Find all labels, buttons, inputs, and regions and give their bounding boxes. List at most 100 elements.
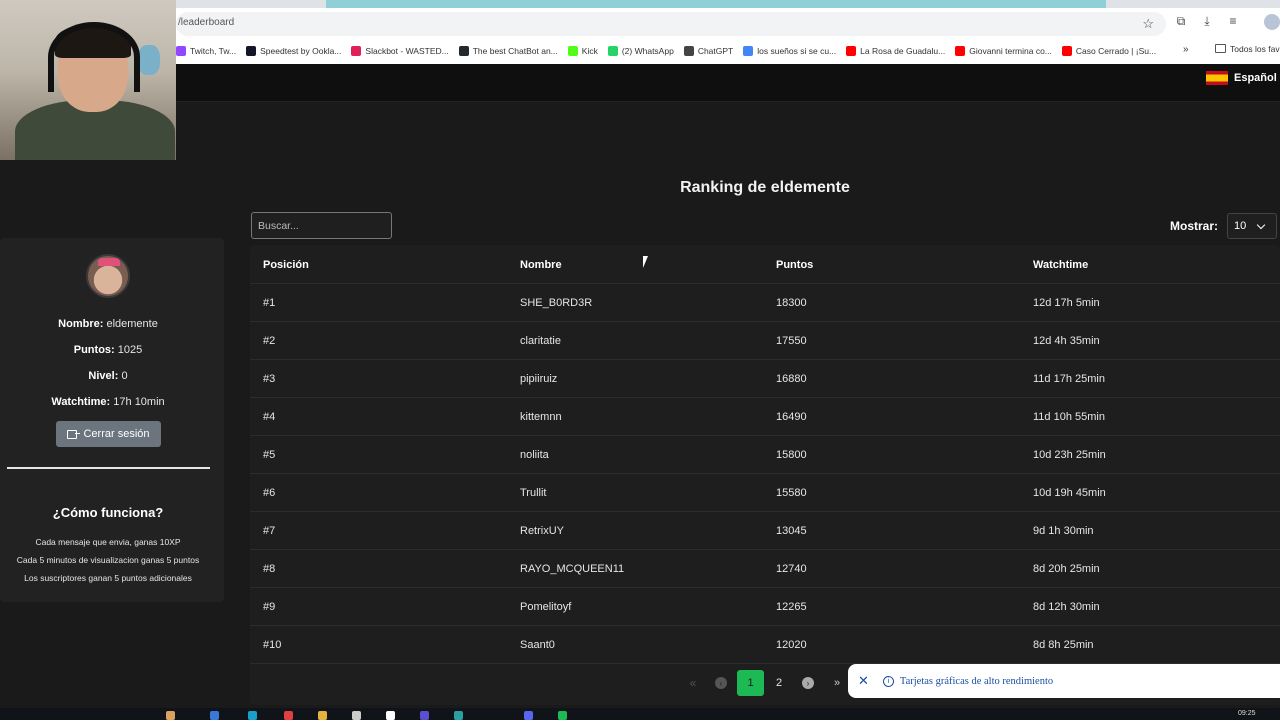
bookmark-favicon-icon xyxy=(567,46,578,56)
url-text: /leaderboard xyxy=(178,17,235,28)
logout-button[interactable]: Cerrar sesión xyxy=(56,421,161,447)
taskbar-clock: 09:25 xyxy=(1238,710,1256,717)
column-header-position[interactable]: Posición xyxy=(263,259,309,271)
page-2-button[interactable]: 2 xyxy=(772,670,786,696)
bookmark-item[interactable]: (2) WhatsApp xyxy=(607,46,674,56)
logout-label: Cerrar sesión xyxy=(83,428,150,440)
cell-points: 12020 xyxy=(776,639,807,651)
bookmark-item[interactable]: Twitch, Tw... xyxy=(176,46,236,56)
taskbar-app-icon[interactable] xyxy=(210,711,219,720)
cell-points: 18300 xyxy=(776,297,807,309)
taskbar-app-icon[interactable] xyxy=(352,711,361,720)
mouse-cursor-icon xyxy=(643,256,653,268)
all-bookmarks-label: Todos los fav xyxy=(1230,44,1280,54)
page-title: Ranking de eldemente xyxy=(680,179,850,196)
site-navbar xyxy=(176,64,1280,102)
taskbar-app-icon[interactable] xyxy=(166,711,175,720)
bookmarks-bar: Twitch, Tw... Speedtest by Ookla... Slackb… xyxy=(176,40,1280,62)
bookmark-favicon-icon xyxy=(1061,46,1072,56)
media-queue-icon[interactable]: ≡ xyxy=(1227,14,1239,29)
cell-watchtime: 11d 17h 25min xyxy=(1033,373,1105,385)
first-page-icon[interactable]: « xyxy=(686,670,700,696)
taskbar-app-icon[interactable] xyxy=(318,711,327,720)
bookmark-label: Kick xyxy=(581,46,598,56)
taskbar-app-icon[interactable] xyxy=(420,711,429,720)
profile-divider xyxy=(7,467,210,469)
bookmark-item[interactable]: ChatGPT xyxy=(683,46,733,56)
cell-watchtime: 10d 19h 45min xyxy=(1033,487,1106,499)
taskbar-app-icon[interactable] xyxy=(558,711,567,720)
cell-watchtime: 12d 4h 35min xyxy=(1033,335,1100,347)
bookmark-item[interactable]: La Rosa de Guadalu... xyxy=(846,46,945,56)
bookmark-item[interactable]: Kick xyxy=(567,46,598,56)
cell-name: Saant0 xyxy=(520,639,555,651)
notification-toast[interactable]: ✕ i Tarjetas gráficas de alto rendimient… xyxy=(848,664,1280,698)
browser-profile-avatar[interactable] xyxy=(1264,14,1280,30)
browser-tools: ⧉ ⤓ ≡ xyxy=(1175,14,1239,29)
bookmarks-overflow-icon[interactable]: » xyxy=(1183,44,1189,55)
cell-points: 15580 xyxy=(776,487,807,499)
page-1-button[interactable]: 1 xyxy=(737,670,764,696)
page-size-select[interactable]: 10 xyxy=(1227,213,1277,239)
cell-watchtime: 10d 23h 25min xyxy=(1033,449,1106,461)
bookmark-item[interactable]: los sueños si se cu... xyxy=(743,46,836,56)
cell-position: #3 xyxy=(263,373,276,385)
bookmark-item[interactable]: Slackbot - WASTED... xyxy=(351,46,449,56)
cell-points: 12740 xyxy=(776,563,807,575)
profile-level: Nivel: 0 xyxy=(88,370,128,382)
close-icon[interactable]: ✕ xyxy=(858,673,869,689)
bookmark-item[interactable]: Speedtest by Ookla... xyxy=(246,46,341,56)
language-selector[interactable]: Español xyxy=(1206,71,1277,85)
table-row: #4 kittemnn 16490 11d 10h 55min xyxy=(250,398,1280,436)
table-row: #8 RAYO_MCQUEEN11 12740 8d 20h 25min xyxy=(250,550,1280,588)
profile-points: Puntos: 1025 xyxy=(73,344,143,356)
cell-position: #6 xyxy=(263,487,276,499)
tab-strip xyxy=(176,0,1280,8)
bookmark-label: Twitch, Tw... xyxy=(190,46,237,56)
taskbar-app-icon[interactable] xyxy=(386,711,395,720)
download-icon[interactable]: ⤓ xyxy=(1201,14,1213,29)
language-label: Español xyxy=(1234,72,1277,84)
taskbar-app-icon[interactable] xyxy=(524,711,533,720)
bookmark-item[interactable]: Caso Cerrado | ¡Su... xyxy=(1061,46,1157,56)
active-tab[interactable] xyxy=(326,0,1106,8)
bookmark-favicon-icon xyxy=(955,46,966,56)
column-header-name[interactable]: Nombre xyxy=(520,259,562,271)
cell-watchtime: 11d 10h 55min xyxy=(1033,411,1105,423)
howto-title: ¿Cómo funciona? xyxy=(52,505,164,520)
next-page-button[interactable]: › xyxy=(801,670,815,696)
avatar-flower-crown xyxy=(98,258,120,266)
bookmark-star-icon[interactable]: ☆ xyxy=(1142,16,1154,32)
taskbar-app-icon[interactable] xyxy=(248,711,257,720)
search-input[interactable] xyxy=(251,212,392,239)
webcam-background-object xyxy=(138,45,160,75)
table-row: #5 noliita 15800 10d 23h 25min xyxy=(250,436,1280,474)
bookmark-label: The best ChatBot an... xyxy=(472,46,558,56)
bookmark-item[interactable]: The best ChatBot an... xyxy=(458,46,558,56)
last-page-icon[interactable]: » xyxy=(830,670,844,696)
bookmark-favicon-icon xyxy=(351,46,362,56)
prev-page-button[interactable]: ‹ xyxy=(714,670,728,696)
notification-text: Tarjetas gráficas de alto rendimiento xyxy=(899,675,1054,687)
column-header-watchtime[interactable]: Watchtime xyxy=(1033,259,1088,271)
page-size-value: 10 xyxy=(1234,220,1247,232)
cell-name: pipiiruiz xyxy=(520,373,558,385)
folder-icon xyxy=(1215,44,1226,53)
cell-position: #9 xyxy=(263,601,276,613)
cell-name: noliita xyxy=(520,449,549,461)
bookmark-label: Caso Cerrado | ¡Su... xyxy=(1075,46,1157,56)
taskbar-app-icon[interactable] xyxy=(454,711,463,720)
webcam-headset xyxy=(48,22,140,92)
extensions-icon[interactable]: ⧉ xyxy=(1175,14,1187,29)
user-avatar xyxy=(86,254,130,298)
bookmark-label: Giovanni termina co... xyxy=(969,46,1052,56)
column-header-points[interactable]: Puntos xyxy=(776,259,813,271)
all-bookmarks-folder[interactable]: Todos los fav xyxy=(1215,44,1280,54)
bookmark-item[interactable]: Giovanni termina co... xyxy=(955,46,1052,56)
bookmark-label: (2) WhatsApp xyxy=(621,46,674,56)
cell-name: RetrixUY xyxy=(520,525,565,537)
os-taskbar xyxy=(0,708,1280,720)
taskbar-app-icon[interactable] xyxy=(284,711,293,720)
address-bar[interactable]: /leaderboard ☆ xyxy=(176,12,1166,36)
show-label: Mostrar: xyxy=(1170,219,1219,233)
